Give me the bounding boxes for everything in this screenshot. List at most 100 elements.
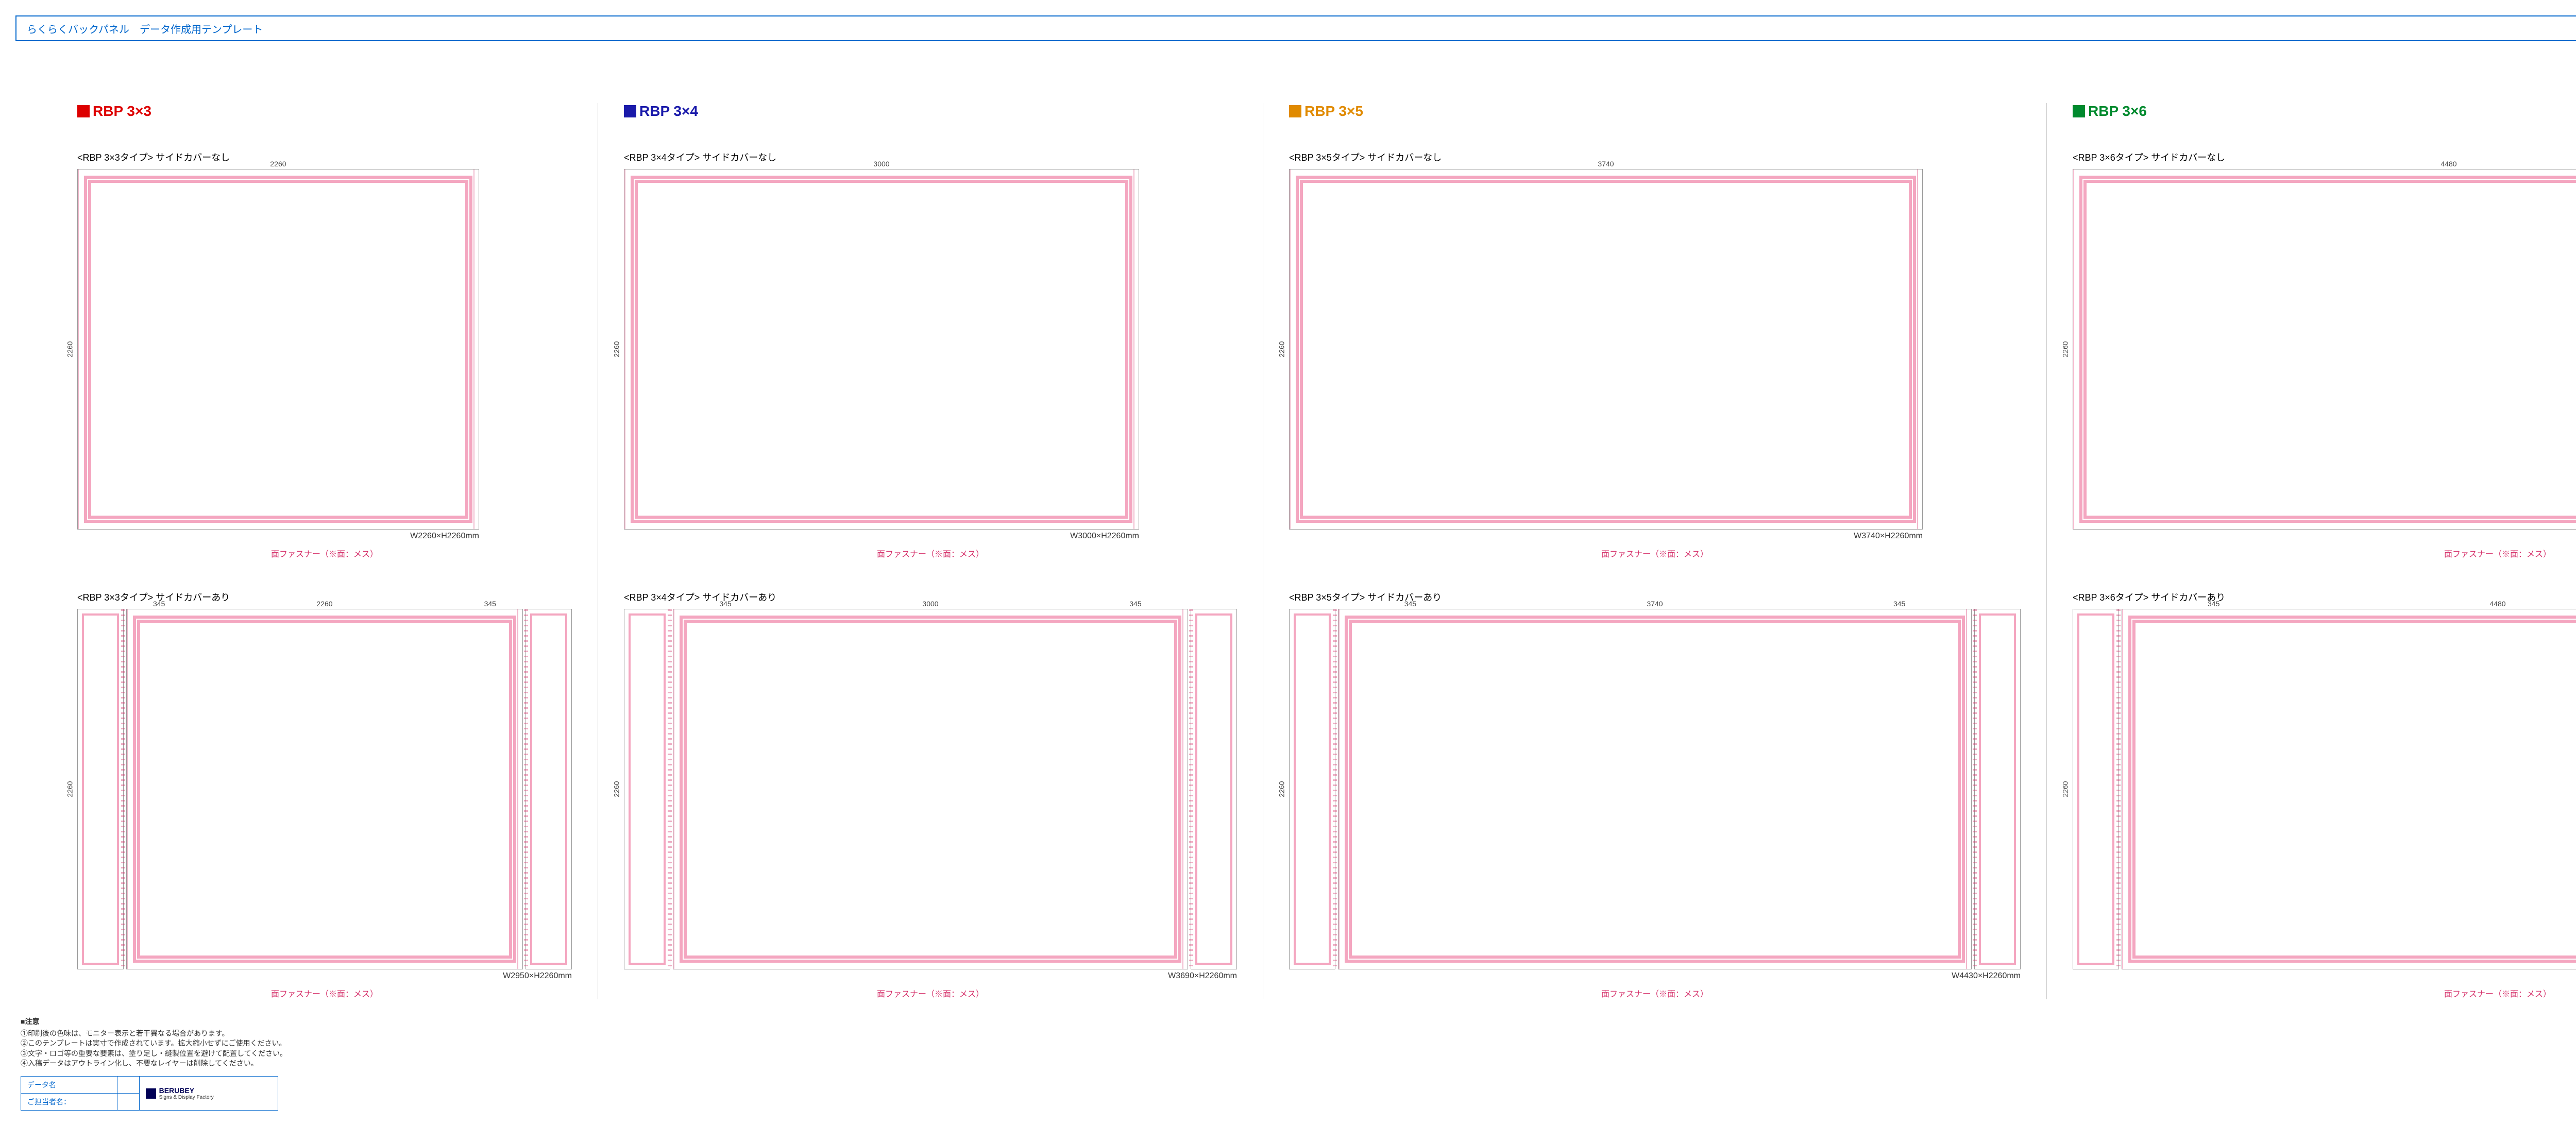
panel-diagram: 2260 2260 W2260×H2260mm xyxy=(77,169,479,530)
notes-heading: ■注意 xyxy=(21,1016,742,1027)
flap-right xyxy=(526,609,572,969)
logo-text: BERUBEY xyxy=(159,1086,194,1095)
logo-icon xyxy=(146,1088,156,1099)
cell-contact-label: ご担当者名： xyxy=(21,1094,117,1111)
cell-data-name-label: データ名 xyxy=(21,1077,117,1094)
stitch-line xyxy=(668,609,672,969)
size-note: W3690×H2260mm xyxy=(1168,971,1237,981)
variant-no-side-3x4: <RBP 3×4タイプ> サイドカバーなし 3000 2260 W3000×H2… xyxy=(624,150,1237,559)
dim-top: 4480 xyxy=(2073,160,2576,168)
dim-top: 3000 xyxy=(624,160,1139,168)
stitch-line xyxy=(1333,609,1337,969)
dim-left: 2260 xyxy=(613,341,621,357)
dim-left: 2260 xyxy=(2061,341,2070,357)
fastener-note: 面ファスナー（※面：メス） xyxy=(624,547,1237,559)
panel-diagram: 3740 2260 W3740×H2260mm xyxy=(1289,169,1923,530)
section-title-text: RBP 3×4 xyxy=(639,103,698,120)
section-title-text: RBP 3×5 xyxy=(1304,103,1363,120)
column-3x4: RBP 3×4 <RBP 3×4タイプ> サイドカバーなし 3000 2260 … xyxy=(598,103,1263,999)
fastener-note: 面ファスナー（※面：メス） xyxy=(624,987,1237,999)
fastener-note: 面ファスナー（※面：メス） xyxy=(2073,547,2576,559)
panel-main xyxy=(77,169,479,530)
size-note: W4430×H2260mm xyxy=(1952,971,2021,981)
stitch-line xyxy=(1189,609,1193,969)
dim-left: 2260 xyxy=(2061,781,2070,797)
panel-main xyxy=(2073,169,2576,530)
variant-no-side-3x3: <RBP 3×3タイプ> サイドカバーなし 2260 2260 W2260×H2… xyxy=(77,150,572,559)
stitch-line xyxy=(2116,609,2121,969)
panel-diagram: 345 3740 345 2260 W4430×H2260mm xyxy=(1289,609,2021,969)
note-line: ③文字・ロゴ等の重要な要素は、塗り足し・縫製位置を避けて配置してください。 xyxy=(21,1049,742,1059)
size-note: W3740×H2260mm xyxy=(1854,532,1923,541)
panel-diagram: 3000 2260 W3000×H2260mm xyxy=(624,169,1139,530)
panel-diagram: 345 2260 345 2260 W2950×H2260mm xyxy=(77,609,572,969)
footer: ■注意 ①印刷後の色味は、モニター表示と若干異なる場合があります。 ②このテンプ… xyxy=(21,1016,742,1111)
section-title-text: RBP 3×3 xyxy=(93,103,151,120)
flap-left xyxy=(77,609,124,969)
column-3x3: RBP 3×3 <RBP 3×3タイプ> サイドカバーなし 2260 2260 … xyxy=(52,103,598,999)
cell-contact-value xyxy=(117,1094,139,1111)
table-row: データ名 BERUBEY Signs & Display Factory xyxy=(21,1077,278,1094)
panel-main xyxy=(1289,169,1923,530)
panel-main xyxy=(624,169,1139,530)
notes-lines: ①印刷後の色味は、モニター表示と若干異なる場合があります。 ②このテンプレートは… xyxy=(21,1029,742,1069)
panel-main xyxy=(1338,609,1972,969)
flap-left xyxy=(624,609,670,969)
section-title-3x4: RBP 3×4 xyxy=(624,103,1237,120)
dim-top: 2260 xyxy=(77,160,479,168)
fastener-note: 面ファスナー（※面：メス） xyxy=(77,547,572,559)
dim-left: 2260 xyxy=(613,781,621,797)
panel-diagram: 4480 2260 W4480×H2260mm xyxy=(2073,169,2576,530)
stitch-line xyxy=(1973,609,1977,969)
dim-top: 345 3740 345 xyxy=(1289,600,2021,608)
variant-no-side-3x5: <RBP 3×5タイプ> サイドカバーなし 3740 2260 W3740×H2… xyxy=(1289,150,2021,559)
variant-with-side-3x5: <RBP 3×5タイプ> サイドカバーあり 345 3740 345 2260 … xyxy=(1289,590,2021,999)
header-bar: らくらくバックパネル データ作成用テンプレート RLBP-00 xyxy=(15,15,2576,41)
cell-data-name-value xyxy=(117,1077,139,1094)
square-icon xyxy=(2073,105,2085,117)
stitch-line xyxy=(121,609,125,969)
dim-left: 2260 xyxy=(1278,341,1286,357)
panel-main xyxy=(2122,609,2576,969)
logo-subtext: Signs & Display Factory xyxy=(159,1095,214,1100)
section-title-3x5: RBP 3×5 xyxy=(1289,103,2021,120)
dim-top: 3740 xyxy=(1289,160,1923,168)
flap-left xyxy=(1289,609,1335,969)
dim-left: 2260 xyxy=(1278,781,1286,797)
column-3x6: RBP 3×6 <RBP 3×6タイプ> サイドカバーなし 4480 2260 … xyxy=(2047,103,2576,999)
header-title: らくらくバックパネル データ作成用テンプレート xyxy=(27,21,263,36)
flap-right xyxy=(1191,609,1237,969)
note-line: ①印刷後の色味は、モニター表示と若干異なる場合があります。 xyxy=(21,1029,742,1039)
columns-container: RBP 3×3 <RBP 3×3タイプ> サイドカバーなし 2260 2260 … xyxy=(52,103,2576,999)
size-note: W3000×H2260mm xyxy=(1070,532,1139,541)
variant-with-side-3x6: <RBP 3×6タイプ> サイドカバーあり 345 4480 345 2260 … xyxy=(2073,590,2576,999)
note-line: ④入稿データはアウトライン化し、不要なレイヤーは削除してください。 xyxy=(21,1059,742,1069)
stitch-line xyxy=(524,609,528,969)
column-3x5: RBP 3×5 <RBP 3×5タイプ> サイドカバーなし 3740 2260 … xyxy=(1263,103,2047,999)
section-title-3x3: RBP 3×3 xyxy=(77,103,572,120)
panel-main xyxy=(126,609,523,969)
dim-top: 345 4480 345 xyxy=(2073,600,2576,608)
square-icon xyxy=(1289,105,1301,117)
dim-left: 2260 xyxy=(66,341,74,357)
flap-left xyxy=(2073,609,2119,969)
size-note: W2260×H2260mm xyxy=(410,532,479,541)
panel-diagram: 345 3000 345 2260 W3690×H2260mm xyxy=(624,609,1237,969)
variant-no-side-3x6: <RBP 3×6タイプ> サイドカバーなし 4480 2260 W4480×H2… xyxy=(2073,150,2576,559)
dim-top: 345 3000 345 xyxy=(624,600,1237,608)
footer-table: データ名 BERUBEY Signs & Display Factory ご担当… xyxy=(21,1076,278,1111)
vendor-logo: BERUBEY Signs & Display Factory xyxy=(146,1086,214,1100)
cell-logo: BERUBEY Signs & Display Factory xyxy=(139,1077,278,1111)
section-title-3x6: RBP 3×6 xyxy=(2073,103,2576,120)
section-title-text: RBP 3×6 xyxy=(2088,103,2147,120)
fastener-note: 面ファスナー（※面：メス） xyxy=(1289,987,2021,999)
dim-left: 2260 xyxy=(66,781,74,797)
square-icon xyxy=(77,105,90,117)
size-note: W2950×H2260mm xyxy=(503,971,572,981)
flap-right xyxy=(1974,609,2021,969)
panel-main xyxy=(673,609,1188,969)
fastener-note: 面ファスナー（※面：メス） xyxy=(77,987,572,999)
fastener-note: 面ファスナー（※面：メス） xyxy=(2073,987,2576,999)
fastener-note: 面ファスナー（※面：メス） xyxy=(1289,547,2021,559)
dim-top: 345 2260 345 xyxy=(77,600,572,608)
